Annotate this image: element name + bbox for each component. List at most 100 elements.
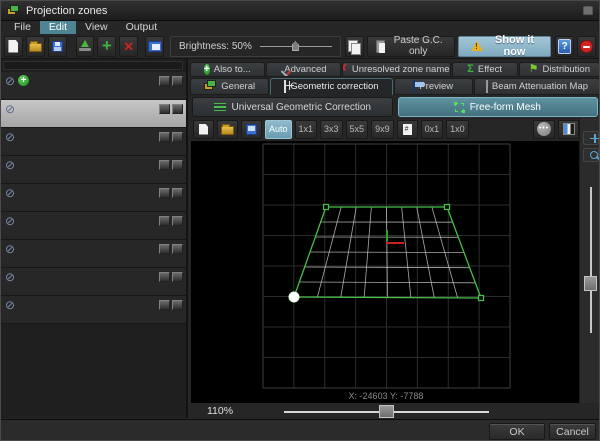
- zone-toggle-a[interactable]: [159, 272, 170, 282]
- zone-toggle-b[interactable]: [172, 188, 183, 198]
- zone-row-master-canvas[interactable]: ⊘+: [1, 72, 186, 100]
- tab-geometric-correction[interactable]: Geometric correction: [270, 78, 392, 95]
- stop-icon: [580, 40, 593, 53]
- bam-icon: [486, 81, 488, 92]
- open-folder-icon: [29, 43, 42, 52]
- titlebar-button[interactable]: [583, 6, 593, 15]
- grid-9x9-button[interactable]: 9x9: [371, 120, 394, 139]
- brightness-slider[interactable]: [260, 40, 332, 52]
- zone-row-down-left-2[interactable]: ⊘: [1, 240, 186, 268]
- brightness-slider-handle[interactable]: [292, 41, 299, 51]
- zone-toggle-a[interactable]: [159, 244, 170, 254]
- tab-general[interactable]: General: [190, 78, 269, 95]
- show-it-now-button[interactable]: Show it now: [458, 36, 552, 57]
- tab-beam-attenuation-map[interactable]: Beam Attenuation Map: [474, 78, 600, 95]
- mesh-toolbar: Auto1x13x35x59x9 0x11x0 •••: [189, 118, 579, 140]
- brightness-label: Brightness: 50%: [179, 41, 252, 52]
- cancel-button[interactable]: Cancel: [549, 423, 596, 440]
- tab-unresolved-zone-names[interactable]: ✗Unresolved zone names: [342, 62, 451, 77]
- zone-list: ⊘+⊘⊘⊘⊘⊘⊘⊘⊘: [1, 72, 186, 324]
- zone-row-up-right-2[interactable]: ⊘: [1, 184, 186, 212]
- zone-toggle-a[interactable]: [159, 300, 170, 310]
- zone-toggle-a[interactable]: [159, 188, 170, 198]
- zone-toggle-b[interactable]: [172, 76, 183, 86]
- tab-preview[interactable]: Preview: [394, 78, 473, 95]
- zone-toggle-a[interactable]: [159, 160, 170, 170]
- grid-0x1-button[interactable]: 0x1: [421, 120, 444, 139]
- grid-1x0-button[interactable]: 1x0: [446, 120, 469, 139]
- free-form-mesh-button[interactable]: Free-form Mesh: [398, 97, 599, 117]
- canvas-vertical-slider-handle[interactable]: [584, 276, 597, 291]
- zoom-slider-handle[interactable]: [379, 405, 394, 418]
- zoom-tool-button[interactable]: [583, 148, 599, 162]
- zone-toggle-a[interactable]: [159, 216, 170, 226]
- canvas-vertical-slider-track[interactable]: [590, 187, 592, 333]
- zone-toggle-b[interactable]: [172, 216, 183, 226]
- import-button[interactable]: [76, 36, 95, 57]
- pan-tool-button[interactable]: [583, 131, 599, 145]
- cursor-coordinates-label: X: -24603 Y: -7788: [349, 391, 424, 401]
- zone-toggle-b[interactable]: [172, 272, 183, 282]
- custom-grid-button[interactable]: [397, 120, 418, 139]
- new-page-icon: [8, 40, 18, 53]
- tab-label: Effect: [478, 64, 502, 75]
- zone-row-down-right-1[interactable]: ⊘: [1, 268, 186, 296]
- save-button[interactable]: [48, 36, 67, 57]
- zone-toggle-b[interactable]: [172, 160, 183, 170]
- grid-5x5-button[interactable]: 5x5: [346, 120, 369, 139]
- window-layout-button[interactable]: [145, 36, 164, 57]
- zone-row-up-left-2[interactable]: ⊘: [1, 128, 186, 156]
- title-bar[interactable]: Projection zones: [1, 1, 599, 21]
- zone-toggle-b[interactable]: [172, 244, 183, 254]
- delete-zone-button[interactable]: ✕: [119, 36, 138, 57]
- menu-view[interactable]: View: [76, 21, 117, 34]
- dialog-footer: OK Cancel: [1, 419, 599, 441]
- zone-toggle-b[interactable]: [172, 104, 183, 114]
- zone-toggle-a[interactable]: [159, 132, 170, 142]
- tab-label: General: [221, 81, 255, 92]
- tab-advanced[interactable]: Advanced: [266, 62, 342, 77]
- zone-toggle-a[interactable]: [159, 104, 170, 114]
- zone-toggle-b[interactable]: [172, 132, 183, 142]
- zoom-level-label: 110%: [207, 405, 233, 417]
- more-options-button[interactable]: •••: [533, 120, 555, 139]
- blackout-button[interactable]: [577, 36, 596, 57]
- add-zone-button[interactable]: +: [97, 36, 116, 57]
- tab-row-secondary: +Also to...Advanced✗Unresolved zone name…: [189, 62, 600, 77]
- zone-row-up-left-1[interactable]: ⊘: [1, 100, 186, 128]
- zone-toggle-a[interactable]: [159, 76, 170, 86]
- menu-file[interactable]: File: [5, 21, 40, 34]
- tab-also-to-[interactable]: +Also to...: [190, 62, 265, 77]
- split-view-button[interactable]: [558, 120, 579, 139]
- zone-row-down-right-2[interactable]: ⊘: [1, 296, 186, 324]
- open-mesh-button[interactable]: [217, 120, 238, 139]
- copy-icon: [348, 40, 360, 53]
- tab-effect[interactable]: ΣEffect: [452, 62, 518, 77]
- save-mesh-button[interactable]: [241, 120, 262, 139]
- zone-row-down-left-1[interactable]: ⊘: [1, 212, 186, 240]
- zone-list-panel: ⊘+⊘⊘⊘⊘⊘⊘⊘⊘: [1, 59, 188, 418]
- grid-auto-button[interactable]: Auto: [265, 120, 292, 139]
- universal-geometric-correction-button[interactable]: Universal Geometric Correction: [192, 97, 393, 117]
- grid-3x3-button[interactable]: 3x3: [320, 120, 343, 139]
- app-icon: [7, 5, 20, 16]
- flag-icon: ⚑: [529, 64, 539, 75]
- new-mesh-button[interactable]: [193, 120, 214, 139]
- new-button[interactable]: [4, 36, 23, 57]
- zone-row-up-right-1[interactable]: ⊘: [1, 156, 186, 184]
- zone-toggle-b[interactable]: [172, 300, 183, 310]
- tab-label: Unresolved zone names: [352, 64, 451, 75]
- mesh-editor-canvas[interactable]: X: -24603 Y: -7788: [191, 141, 579, 403]
- menu-output[interactable]: Output: [117, 21, 167, 34]
- paste-gc-only-button[interactable]: Paste G.C. only: [367, 36, 455, 57]
- tab-distribution[interactable]: ⚑Distribution: [519, 62, 600, 77]
- grid-icon: [284, 81, 286, 92]
- grid-1x1-button[interactable]: 1x1: [295, 120, 318, 139]
- mesh-square-icon: [455, 103, 464, 112]
- menu-edit[interactable]: Edit: [40, 21, 76, 34]
- help-button[interactable]: ?: [555, 36, 574, 57]
- save-icon: [52, 41, 63, 52]
- ok-button[interactable]: OK: [489, 423, 545, 440]
- open-button[interactable]: [26, 36, 45, 57]
- copy-gc-button[interactable]: [345, 36, 364, 57]
